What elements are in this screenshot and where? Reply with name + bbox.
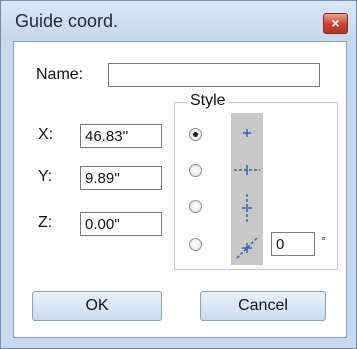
angle-input[interactable] — [271, 232, 315, 256]
x-label: X: — [38, 126, 54, 143]
cancel-button[interactable]: Cancel — [200, 291, 326, 321]
degree-symbol: ° — [321, 234, 326, 248]
style-radio-angled[interactable] — [189, 238, 202, 251]
y-label: Y: — [38, 168, 53, 185]
style-radio-horizontal[interactable] — [189, 164, 202, 177]
style-groupbox: Style 0 ° — [174, 92, 338, 270]
title-bar[interactable]: Guide coord. × — [1, 1, 356, 41]
vertical-guide-icon — [242, 194, 252, 222]
horizontal-guide-icon — [234, 165, 260, 175]
style-icons-strip — [231, 113, 263, 265]
z-label: Z: — [38, 214, 53, 231]
style-radio-vertical[interactable] — [189, 200, 202, 213]
z-coordinate-input[interactable] — [80, 212, 162, 236]
point-icon — [243, 129, 251, 137]
name-input[interactable] — [108, 63, 320, 87]
angled-guide-icon — [236, 237, 258, 259]
name-label: Name: — [36, 66, 84, 83]
close-icon: × — [331, 15, 340, 31]
close-button[interactable]: × — [323, 13, 348, 34]
dialog-body: Name: X: Y: Z: Style — [13, 41, 347, 338]
style-radio-point[interactable] — [189, 128, 202, 141]
ok-button[interactable]: OK — [32, 291, 162, 321]
style-group-label: Style — [187, 92, 229, 110]
y-coordinate-input[interactable] — [80, 166, 162, 190]
guide-coord-dialog: Guide coord. × Name: X: Y: Z: Style — [0, 0, 357, 349]
x-coordinate-input[interactable] — [80, 124, 162, 148]
dialog-title: Guide coord. — [15, 11, 119, 31]
